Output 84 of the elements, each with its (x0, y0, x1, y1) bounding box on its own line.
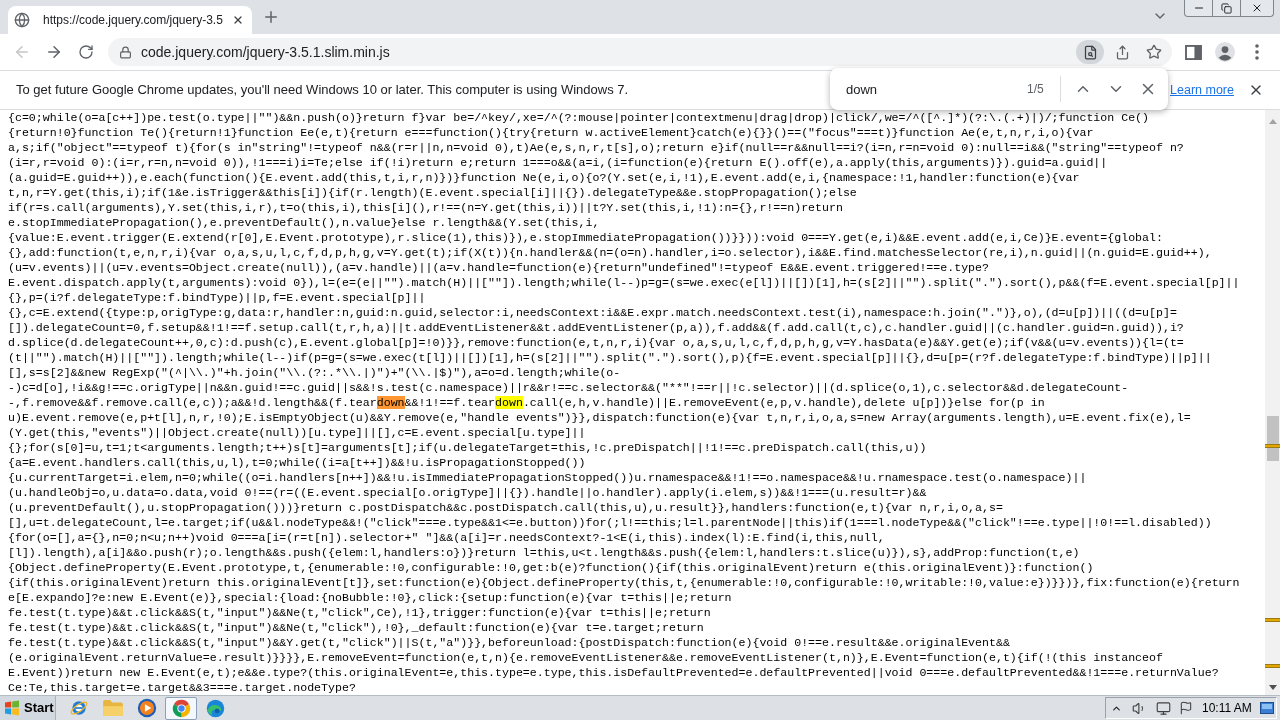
code-line: fe.test(t.type)&&t.click&&S(t,"input")&&Y.get(t,"click")||S(t,"a")}},beforeunload:{postDispatch:function(e){void 0!==e.result&&e.originalEvent&& (8, 635, 1010, 650)
code-line: (u.preventDefault(),u.stopPropagation()))}return c.postDispatch&&c.postDispatch.call(this,u),u.result}},handlers:function(e,t){var n,r,i,o,a,s= (8, 500, 1003, 515)
code-line: fe.test(t.type)&&t.click&&S(t,"input")&&Ne(t,"click"),!0},_default:function(e){var t=e.target;return (8, 620, 704, 635)
code-line: if(r=s.call(arguments),Y.set(this,i,r),t=o(this,i),this[i](),r!==(n=Y.get(this,i))||t?Y.set(this,i,!1):n={},r!==n)return (8, 200, 843, 215)
infobar-message: To get future Google Chrome updates, you'll need Windows 10 or later. This computer is using Windows 7. (16, 81, 629, 100)
code-line: [],s=s[2]&&new RegExp("(^|\\.)"+h.join("\\.(?:.*\\.|)")+"(\\.|$)"),a=o=d.length;while(o- (8, 365, 621, 380)
search-match: down (495, 396, 523, 409)
code-line: {u.currentTarget=i.elem,n=0;while((o=i.handlers[n++])&&!u.isImmediatePropagationStopped())u.rnamespace&&!1!==o.namespace&&!u.rnamespace.test(o.namespace)|| (8, 470, 1087, 485)
code-line: a,s;if("object"==typeof t){for(s in"string"!=typeof n&&(r=r||n,n=void 0),t)Ae(e,s,n,r,t[s],o);return e}if(null==r&&null==i?(i=n,r=n=void 0):null==i&&("string"==typeof n? (8, 140, 1184, 155)
menu-icon (1255, 44, 1259, 60)
code-line: [l]).length),a[i]&&o.push(r);o.length&&s.push({elem:l,handlers:o})}return l=this,u<t.length&&s.push({elem:l,handlers:t.slice(u)}),s},addProp:function(t,e) (8, 545, 1080, 560)
scrollbar-thumb[interactable] (1266, 416, 1279, 461)
find-button[interactable] (1076, 40, 1104, 64)
flag-icon[interactable] (1179, 701, 1193, 715)
code-line: []).delegateCount=0,f.setup&&!1!==f.setup.call(t,r,h,a)||t.addEventListener&&t.addEventListener(p,a)),f.add&&(f.add.call(t,c),c.handler.guid||(c.handler.guid=n.guid)),i? (8, 320, 1184, 335)
globe-ring-icon (69, 698, 89, 718)
learn-more-link[interactable]: Learn more (1170, 80, 1234, 100)
star-icon (1146, 44, 1162, 60)
share-icon (1114, 44, 1130, 60)
scroll-down-arrow-icon[interactable] (1268, 685, 1277, 690)
code-line: (e.originalEvent.returnValue=e.result)}}}},E.removeEvent=function(e,t,n){e.removeEventListener&&e.removeEventListener(t,n)},E.Event=function(e,t){if(!(this instanceof (8, 650, 1163, 665)
play-icon (137, 698, 157, 718)
swirl-icon (205, 698, 225, 718)
code-line: E.Event))return new E.Event(e,t);e&&e.type?(this.originalEvent=e,this.type=e.type,this.isDefaultPrevented=e.defaultPrevented||void 0===e.defaultPrevented&&!1===e.returnValue? (8, 665, 1219, 680)
code-line: (a.guid=E.guid++)),e.each(function(){E.event.add(this,t,i,r,n)})}function Ne(e,i,o){o?(Y.set(e,i,!1),E.event.add(e,i,{namespace:!1,handler:function(e){var (8, 170, 1080, 185)
network-icon[interactable] (1156, 700, 1171, 716)
code-line: {},c=E.extend({type:p,origType:g,data:r,handler:n,guid:n.guid,selector:i,needsContext:i&&E.expr.match.needsContext.test(i),namespace:h.join(".")},o),(d=u[p])||((d=u[p]= (8, 305, 1177, 320)
browser-tab[interactable]: https://code.jquery.com/jquery-3.5 (8, 6, 252, 34)
code-line: e.stopImmediatePropagation(),e.preventDefault(),n.value}else r.length&&(Y.set(this,i, (8, 215, 600, 230)
code-line: {},p=(i?f.delegateType:f.bindType)||p,f=E.event.special[p]|| (8, 290, 426, 305)
folder-icon (102, 699, 124, 717)
arrow-right-icon (45, 43, 63, 61)
show-desktop-icon[interactable] (1260, 702, 1274, 714)
plus-icon (262, 8, 280, 26)
code-line: {return!0}function Te(){return!1}function Ee(e,t){return e===function(){try{return w.activeElement}catch(e){}}()==("focus"===t)}function Ae(e,t,n,r,i,o){var (8, 125, 1094, 140)
code-line: fe.test(t.type)&&t.click&&S(t,"input")&&Ne(t,"click",Ce),!1},trigger:function(e){var t=this||e;return (8, 605, 711, 620)
code-line: e[E.expando]?e:new E.Event(e)},special:{load:{noBubble:!0},click:{setup:function(e){var t=this||e;return (8, 590, 732, 605)
close-icon (1251, 2, 1263, 14)
code-line: {for(o=[],a={},n=0;n<u;n++)void 0===a[i=(r=t[n]).selector+" "]&&(a[i]=r.needsContext?-1<E(i,this).index(l):E.find(i,this,null, (8, 530, 885, 545)
globe-icon (14, 12, 30, 28)
code-text: -,f.remove&&f.remove.call(e,c));a&&!d.length&&(f.tear (8, 396, 377, 409)
code-line: d.splice(d.delegateCount++,0,c):d.push(c),E.event.global[p]=!0)}},remove:function(e,t,n,r,i){var o,a,s,u,l,c,f,d,p,h,g,v=Y.hasData(e)&&Y.get(e);if(v&&(u=v.events)){l=(t= (8, 335, 1184, 350)
code-line: t,n,r=Y.get(this,i);if(1&e.isTrigger&&this[i]){if(r.length)(E.event.special[i]||{}).delegateType&&e.stopPropagation();else (8, 185, 857, 200)
start-button[interactable]: Start (0, 696, 56, 720)
code-line: {};for(s[0]=u,t=1;t<arguments.length;t++)s[t]=arguments[t];if(u.delegateTarget=this,!c.preDispatch||!1!==c.preDispatch.call(this,u)) (8, 440, 927, 455)
clock[interactable]: 10:11 AM (1202, 699, 1252, 717)
code-line: u)E.event.remove(e,p+t[l],n,r,!0);E.isEmptyObject(u)&&Y.remove(e,"handle events")}},dispatch:function(e){var t,n,r,i,o,a,s=new Array(arguments.length),u=E.event.fix(e),l= (8, 410, 1191, 425)
circle-logo-icon (171, 698, 191, 718)
code-line: (t||"").match(H)||[""]).length;while(l--)if(p=g=(s=we.exec(t[l])||[])[1],h=(s[2]||"").split(".").sort(),p){f=E.event.special[p]||{},d=u[p=(r?f.delegateType:f.bindType)||p]|| (8, 350, 1212, 365)
flag-logo-icon (4, 700, 20, 716)
find-page-icon (1082, 44, 1098, 60)
restore-button[interactable] (1212, 0, 1241, 17)
code-line: (u=v.events)||(u=v.events=Object.create(null)),(a=v.handle)||(a=v.handle=function(e){return"undefined"!=typeof E&&E.event.triggered!==e.type? (8, 260, 989, 275)
reload-icon (78, 44, 94, 60)
restore-icon (1221, 2, 1232, 14)
code-line: Ce:Te,this.target=e.target&&3===e.target.nodeType? (8, 680, 356, 695)
code-line: {a=E.event.handlers.call(this,u,l),t=0;while((i=a[t++])&&!u.isPropagationStopped()) (8, 455, 586, 470)
match-marker-icon (1265, 664, 1280, 668)
close-icon (232, 14, 244, 26)
code-line: E.event.dispatch.apply(t,arguments):void 0}),l=(e=(e||"").match(H)||[""]).length;while(l--)p=g=(s=we.exec(e[l])||[])[1],h=(s[2]||"").split(".").sort(),p&&(f=E.event.special[p]|| (8, 275, 1240, 290)
minimize-button[interactable] (1184, 0, 1213, 17)
code-text: .call(e,h,v.handle)||E.removeEvent(e,p,v.handle),delete u[p])}else for(p in (522, 396, 1045, 409)
code-line: {Object.defineProperty(E.Event.prototype,t,{enumerable:!0,configurable:!0,get:b(e)?function(){if(this.originalEvent)return e(this.originalEvent)}:function() (8, 560, 1094, 575)
taskbar-app-button[interactable] (165, 696, 197, 720)
code-line: [],u=t.delegateCount,l=e.target;if(u&&l.nodeType&&!("click"===e.type&&1<=e.button))for(;l!==this;l=l.parentNode||this)if(1===l.nodeType&&("click"!==e.type||!0!==l.disabled)) (8, 515, 1212, 530)
person-avatar-icon (1215, 42, 1235, 62)
match-count: 1/5 (1027, 81, 1044, 98)
code-line: -)c=d[o],!i&&g!==c.origType||n&&n.guid!==c.guid||s&&!s.test(c.namespace)||r&&r!==c.selector&&("**"!==r||!c.selector)||(d.splice(o,1),c.selector&&d.delegateCount- (8, 380, 1129, 395)
find-field[interactable]: down (846, 77, 1016, 101)
code-line: (u.handleObj=o,u.data=o.data,void 0!==(r=((E.event.special[o.origType]||{}).handle||o.handler).apply(i.elem,s))&&!1===(u.result=r)&& (8, 485, 927, 500)
match-marker-icon (1265, 618, 1280, 622)
side-panel-icon (1184, 44, 1202, 60)
close-window-button[interactable] (1240, 0, 1274, 17)
search-match: down (376, 396, 405, 409)
code-line: (i=r,r=void 0):(i=r,r=n,n=void 0)),!1===i)i=Te;else if(!i)return e;return 1===o&&(a=i,(i=function(e){return E().off(e),a.apply(this,arguments)}).guid=a.guid|| (8, 155, 1108, 170)
code-line: {value:E.event.trigger(E.extend(r[0],E.Event.prototype),r.slice(1),this)}),e.stopImmediatePropagation())}})):void 0===Y.get(e,i)&&E.event.add(e,i,Ce)}E.event={global: (8, 230, 1163, 245)
scrollbar-track[interactable] (1265, 110, 1280, 695)
code-line: {},add:function(t,e,n,r,i){var o,a,s,u,l,c,f,d,p,h,g,v=Y.get(t);if(X(t)){n.handler&&(n=(o=n).handler,i=o.selector),i&&E.find.matchesSelector(re,i),n.guid||(n.guid=E.guid++), (8, 245, 1212, 260)
code-line: {c=0;while(o=a[c++])pe.test(o.type||"")&&n.push(o)}return f}var be=/^key/,xe=/^(?:mouse|pointer|contextmenu|drag|drop)|click/,we=/^([^.]*)(?:\.(.+)|)/;function Ce() (8, 110, 1149, 125)
lock-icon (119, 45, 132, 59)
match-marker-icon (1265, 444, 1280, 448)
address-bar[interactable]: code.jquery.com/jquery-3.5.1.slim.min.js (108, 38, 1172, 66)
code-line: {if(this.originalEvent)return this.originalEvent[t]},set:function(e){Object.defineProperty(this,t,{enumerable:!0,configurable:!0,writable:!0,value:e})}})},fix:function(e){return (8, 575, 1240, 590)
code-line: (Y.get(this,"events")||Object.create(null))[u.type]||[],c=E.event.special[u.type]|| (8, 425, 586, 440)
